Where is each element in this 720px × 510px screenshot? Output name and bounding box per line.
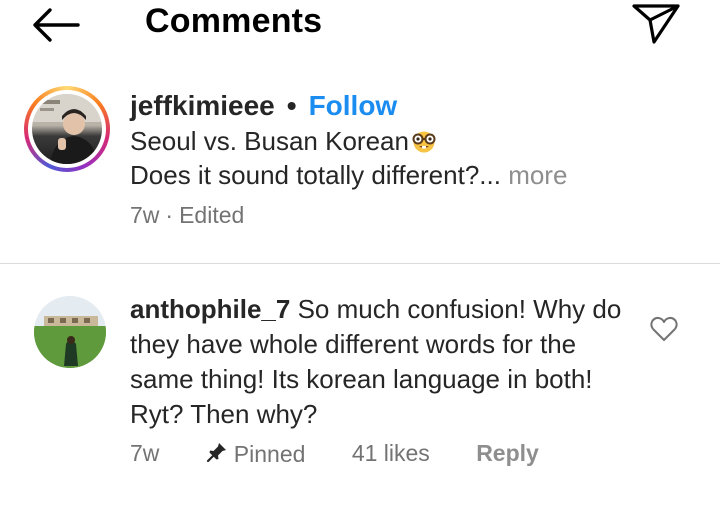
follow-button[interactable]: Follow (309, 90, 398, 121)
likes-count[interactable]: 41 likes (352, 438, 430, 468)
commenter-avatar[interactable] (34, 296, 106, 368)
meta-separator: · (165, 202, 174, 228)
caption-header: jeffkimieee • Follow (130, 88, 690, 124)
author-photo-icon (32, 94, 102, 164)
comment-meta: 7w Pinned 41 likes Reply (130, 436, 539, 469)
pinned-label: Pinned (233, 440, 306, 467)
back-arrow-icon[interactable] (30, 6, 80, 44)
author-username[interactable]: jeffkimieee (130, 90, 275, 121)
comment-text-block: anthophile_7 So much confusion! Why do t… (130, 292, 630, 432)
heart-outline-icon[interactable] (650, 316, 678, 342)
pin-icon (206, 442, 226, 463)
caption-time: 7w (130, 202, 160, 228)
commenter-username[interactable]: anthophile_7 (130, 294, 290, 324)
edited-label: Edited (179, 202, 245, 228)
pinned-indicator: Pinned (206, 437, 306, 469)
comment-time: 7w (130, 439, 160, 466)
commenter-photo-icon (34, 296, 106, 368)
comment-item: anthophile_7 So much confusion! Why do t… (0, 290, 720, 490)
caption-line-1: Seoul vs. Busan Korean (130, 124, 690, 158)
post-caption: jeffkimieee • Follow Seoul vs. Busan Korea… (0, 80, 720, 250)
more-link[interactable]: more (501, 160, 567, 190)
comment-body: anthophile_7 So much confusion! Why do t… (130, 292, 630, 432)
comments-screen: Comments jeffkimieee • Follow Seoul vs. … (0, 0, 720, 510)
reply-button[interactable]: Reply (476, 438, 539, 468)
caption-title-text: Seoul vs. Busan Korean (130, 126, 409, 156)
send-paper-plane-icon[interactable] (630, 0, 682, 46)
caption-question-text: Does it sound totally different?... (130, 160, 501, 190)
divider (0, 263, 720, 264)
page-title: Comments (145, 2, 323, 40)
author-avatar-story-ring[interactable] (24, 86, 110, 172)
caption-text-block: jeffkimieee • Follow Seoul vs. Busan Korea… (130, 88, 690, 230)
caption-line-2: Does it sound totally different?... more (130, 158, 690, 192)
caption-meta: 7w · Edited (130, 200, 690, 230)
top-bar: Comments (0, 0, 720, 50)
nerd-face-emoji-icon (412, 131, 436, 153)
separator-dot: • (286, 90, 297, 121)
avatar (32, 94, 102, 164)
